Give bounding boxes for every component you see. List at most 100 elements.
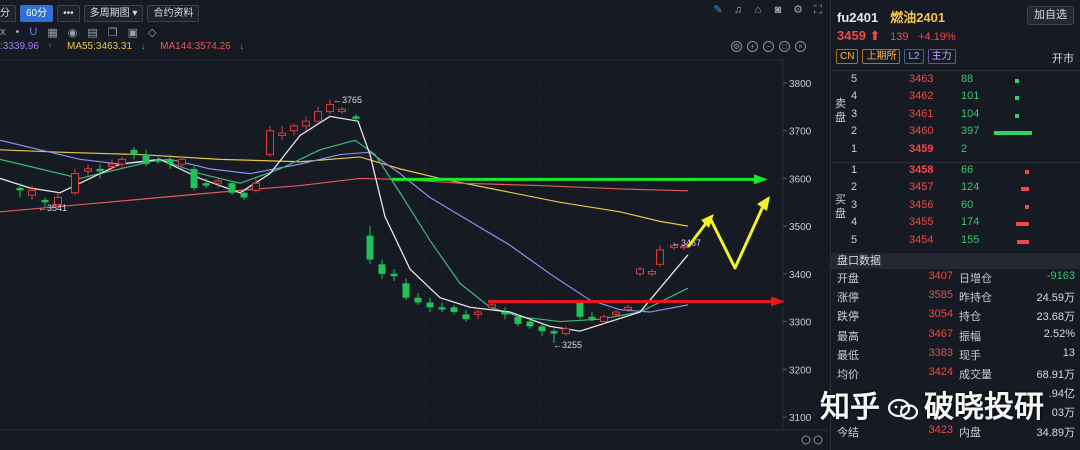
stat-label: 开盘: [837, 273, 859, 285]
order-book-row[interactable]: 4 3462 101: [831, 90, 1080, 107]
chart-area[interactable]: 3800 3700 3600 3500 3400 3300 3200 3100 ←3765 ←32…: [0, 0, 828, 450]
add-watchlist-button[interactable]: 加自选: [1027, 6, 1074, 25]
close-x-icon[interactable]: x: [0, 26, 6, 38]
candle-body-down: [426, 302, 434, 308]
tab-60min[interactable]: 60分: [20, 4, 54, 22]
stat-row: 最高 3467 振幅 2.52%: [831, 328, 1080, 347]
stat-label: 跌停: [837, 311, 859, 324]
watermark: 知乎 破晓投研: [820, 391, 1044, 424]
price-axis-label: 3700: [789, 127, 812, 138]
order-book-row[interactable]: 1 3458 66: [831, 164, 1080, 181]
stat-value: 3407: [928, 270, 953, 282]
order-book-row[interactable]: 5 3463 88: [831, 73, 1080, 90]
stat-value: .94亿: [1048, 388, 1075, 401]
candle-body-up: [71, 173, 79, 194]
chart-subtoolbar: x • U ▦ ◉ ▤ ❐ ▣ ◇: [0, 24, 156, 40]
order-book-row[interactable]: 5 3454 155: [831, 234, 1080, 251]
stat-row: 涨停 3585 昨持仓 24.59万: [831, 289, 1080, 308]
grid-icon[interactable]: ▦: [47, 26, 57, 39]
order-book-row[interactable]: 4 3455 174: [831, 216, 1080, 233]
section-title: 盘口数据: [831, 253, 1080, 269]
price-axis-label: 3400: [789, 270, 812, 281]
zoom-in-icon[interactable]: +: [747, 41, 758, 52]
copy-icon[interactable]: ❐: [108, 26, 118, 39]
candle-body-up: [600, 316, 608, 323]
settings-small-icon[interactable]: ⚙: [731, 41, 742, 52]
settings-gear-icon[interactable]: ⚙: [792, 4, 804, 16]
price-annotation: ←3467: [672, 238, 701, 248]
candle-body-down: [41, 199, 49, 203]
price-annotation: ←3541: [38, 203, 67, 213]
order-level: 3: [851, 198, 858, 211]
candle-body-up: [84, 168, 92, 172]
camera-icon[interactable]: ◙: [772, 4, 784, 16]
close-pane-icon[interactable]: ×: [795, 41, 806, 52]
order-volume-bar: [1016, 222, 1029, 227]
more-button[interactable]: •••: [57, 4, 80, 22]
stat-value: 3467: [928, 327, 953, 340]
symbol-header: fu2401 燃油2401: [837, 7, 945, 26]
price-row: 3459 ⬆ 139 +4.19%: [837, 28, 956, 44]
price-axis-label: 3200: [789, 365, 812, 376]
draw-icon[interactable]: ✎: [712, 4, 724, 16]
candle-body-down: [514, 316, 522, 324]
zoom-out-icon[interactable]: −: [763, 41, 774, 52]
stat-value: 68.91万: [1036, 368, 1075, 381]
stat-label: 涨停: [837, 292, 859, 305]
order-price: 3461: [909, 107, 934, 120]
fullscreen-icon[interactable]: ⛶: [812, 4, 824, 16]
candle-body-up: [290, 125, 298, 132]
alert-bell-icon[interactable]: ♫: [732, 4, 744, 16]
candle-body-down: [526, 321, 534, 327]
candle-body-down: [402, 283, 410, 298]
order-book-row[interactable]: 3 3461 104: [831, 108, 1080, 125]
dot-icon[interactable]: •: [16, 26, 20, 38]
candle-body-up: [656, 249, 664, 265]
order-volume: 2: [961, 142, 968, 155]
contract-info-button[interactable]: 合约资料: [147, 4, 200, 22]
price-axis-label: 3100: [789, 413, 812, 424]
tag-l2: L2: [904, 49, 924, 64]
order-book-row[interactable]: 2 3457 124: [831, 181, 1080, 198]
order-price: 3462: [909, 90, 934, 103]
stat-label: 均价: [837, 368, 859, 381]
eye-icon[interactable]: ◉: [68, 26, 78, 39]
order-volume: 88: [961, 73, 974, 85]
stat-value: 2.52%: [1043, 327, 1075, 340]
order-level: 5: [851, 73, 858, 85]
stat-value: 03万: [1051, 407, 1075, 420]
candle-body-down: [550, 331, 558, 334]
price-change: 139: [890, 31, 909, 43]
window-icon[interactable]: □: [779, 41, 790, 52]
stat-row: 开盘 3407 日增仓 -9163: [831, 270, 1080, 289]
candle-body-up: [624, 306, 632, 311]
trash-icon[interactable]: ▤: [87, 26, 97, 39]
order-book-row[interactable]: 3 3456 60: [831, 199, 1080, 216]
magnet-icon[interactable]: U: [29, 26, 37, 38]
order-level: 4: [851, 90, 858, 103]
stat-label: 最低: [837, 349, 859, 362]
price-change-pct: +4.19%: [918, 31, 956, 43]
order-volume: 104: [961, 107, 980, 120]
projection-path: [686, 201, 767, 270]
candle-body-up: [326, 103, 334, 113]
order-level: 5: [851, 233, 858, 246]
candlestick-chart[interactable]: 3800 3700 3600 3500 3400 3300 3200 3100 ←3765 ←32…: [0, 0, 828, 450]
order-book-row[interactable]: 2 3460 397: [831, 125, 1080, 142]
order-volume: 174: [961, 216, 980, 229]
multi-period-dropdown[interactable]: 多周期图 ▾: [83, 4, 144, 22]
tab-period-partial[interactable]: 分: [0, 4, 16, 22]
chart-top-icons: ✎ ♫ ⌂ ◙ ⚙ ⛶: [712, 4, 824, 16]
order-level: 1: [851, 164, 858, 176]
order-level: 2: [851, 181, 858, 194]
lock-small-icon[interactable]: ▣: [128, 26, 138, 39]
order-book-row[interactable]: 1 3459 2: [831, 143, 1080, 160]
ruler-icon[interactable]: ◇: [148, 26, 156, 39]
candle-body-down: [154, 159, 162, 162]
market-status: 开市: [1052, 53, 1074, 65]
price-annotation: ←3255: [553, 340, 582, 350]
divider: [831, 162, 1080, 163]
lock-icon[interactable]: ⌂: [752, 4, 764, 16]
candle-body-down: [142, 154, 150, 165]
candle-body-down: [390, 273, 398, 277]
